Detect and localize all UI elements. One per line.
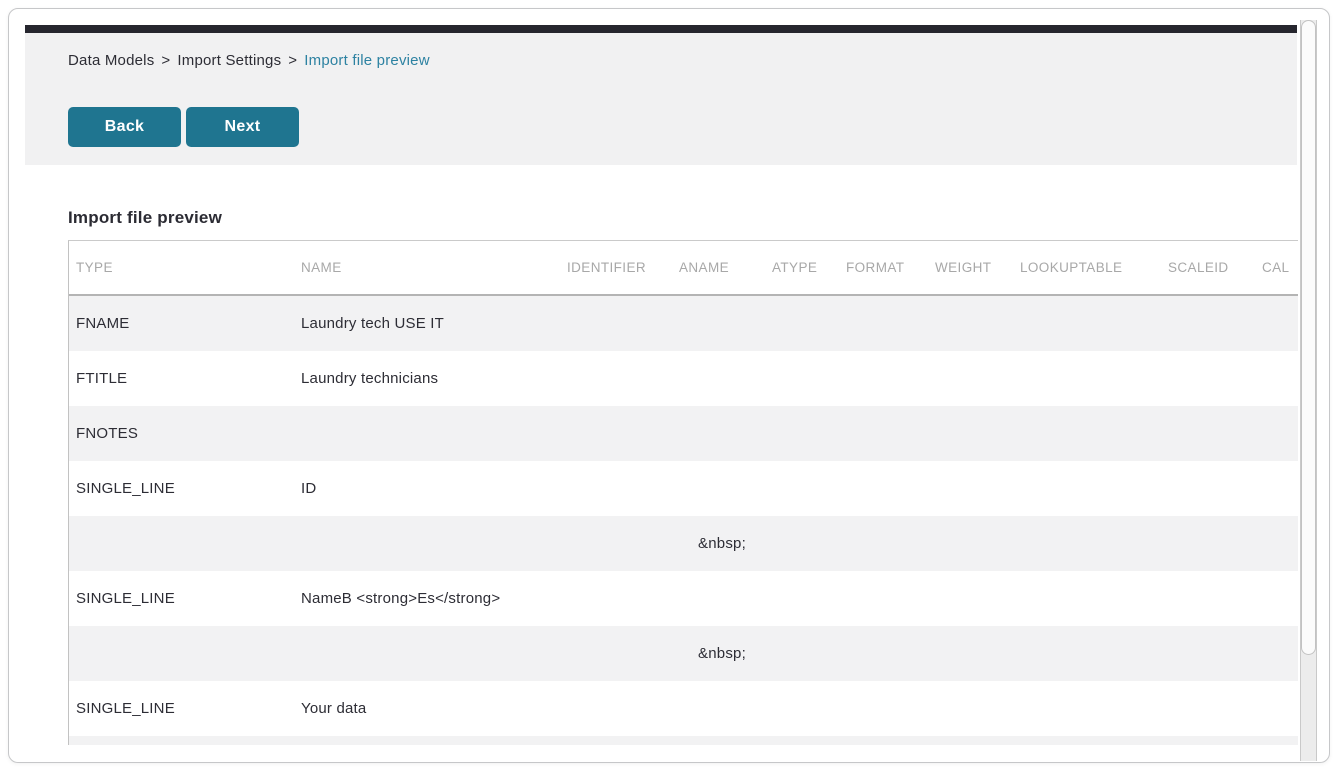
table-row: &nbsp; (69, 516, 1298, 571)
table-row: SINGLE_LINE NameB <strong>Es</strong> (69, 571, 1298, 626)
column-header-scaleid: SCALEID (1161, 241, 1255, 295)
table-row: FTITLE Laundry technicians (69, 351, 1298, 406)
breadcrumb-separator: > (288, 52, 297, 69)
wizard-header-panel: Data Models > Import Settings > Import file … (25, 33, 1297, 165)
page-title: Import file preview (68, 208, 222, 228)
column-header-weight: WEIGHT (928, 241, 1013, 295)
cell-type: SINGLE_LINE (69, 681, 294, 736)
breadcrumb: Data Models > Import Settings > Import file … (68, 52, 430, 69)
table-header-row: TYPE NAME IDENTIFIER ANAME ATYPE FORMAT … (69, 241, 1298, 295)
cell-name: Your data (294, 681, 1298, 736)
breadcrumb-item-data-models: Data Models (68, 52, 154, 69)
table-row (69, 736, 1298, 745)
cell-name (294, 406, 1298, 461)
breadcrumb-separator: > (161, 52, 170, 69)
table-row: FNAME Laundry tech USE IT (69, 295, 1298, 351)
column-header-atype: ATYPE (765, 241, 839, 295)
top-accent-bar (25, 25, 1297, 33)
import-preview-table: TYPE NAME IDENTIFIER ANAME ATYPE FORMAT … (69, 241, 1298, 745)
column-header-identifier: IDENTIFIER (560, 241, 672, 295)
column-header-name: NAME (294, 241, 560, 295)
column-header-lookuptable: LOOKUPTABLE (1013, 241, 1161, 295)
breadcrumb-item-import-file-preview[interactable]: Import file preview (304, 52, 430, 69)
import-preview-table-container: TYPE NAME IDENTIFIER ANAME ATYPE FORMAT … (68, 240, 1298, 745)
scrollbar-thumb[interactable] (1301, 20, 1316, 655)
app-window: Data Models > Import Settings > Import file … (8, 8, 1330, 763)
table-row: SINGLE_LINE ID (69, 461, 1298, 516)
table-row: &nbsp; (69, 626, 1298, 681)
table-row: FNOTES (69, 406, 1298, 461)
cell-type: SINGLE_LINE (69, 571, 294, 626)
table-row: SINGLE_LINE Your data (69, 681, 1298, 736)
cell-type: FNOTES (69, 406, 294, 461)
cell-name: Laundry technicians (294, 351, 1298, 406)
wizard-button-row: Back Next (68, 107, 299, 147)
column-header-cal: CAL (1255, 241, 1298, 295)
cell-type: SINGLE_LINE (69, 461, 294, 516)
vertical-scrollbar[interactable] (1300, 20, 1317, 761)
cell-name: NameB <strong>Es</strong> (294, 571, 1298, 626)
column-header-type: TYPE (69, 241, 294, 295)
next-button[interactable]: Next (186, 107, 299, 147)
row-spacer-cell: &nbsp; (69, 516, 1298, 571)
breadcrumb-item-import-settings: Import Settings (177, 52, 281, 69)
cell-type: FTITLE (69, 351, 294, 406)
column-header-aname: ANAME (672, 241, 765, 295)
row-spacer-cell (69, 736, 1298, 745)
back-button[interactable]: Back (68, 107, 181, 147)
cell-name: ID (294, 461, 1298, 516)
cell-type: FNAME (69, 295, 294, 351)
row-spacer-cell: &nbsp; (69, 626, 1298, 681)
column-header-format: FORMAT (839, 241, 928, 295)
cell-name: Laundry tech USE IT (294, 295, 1298, 351)
